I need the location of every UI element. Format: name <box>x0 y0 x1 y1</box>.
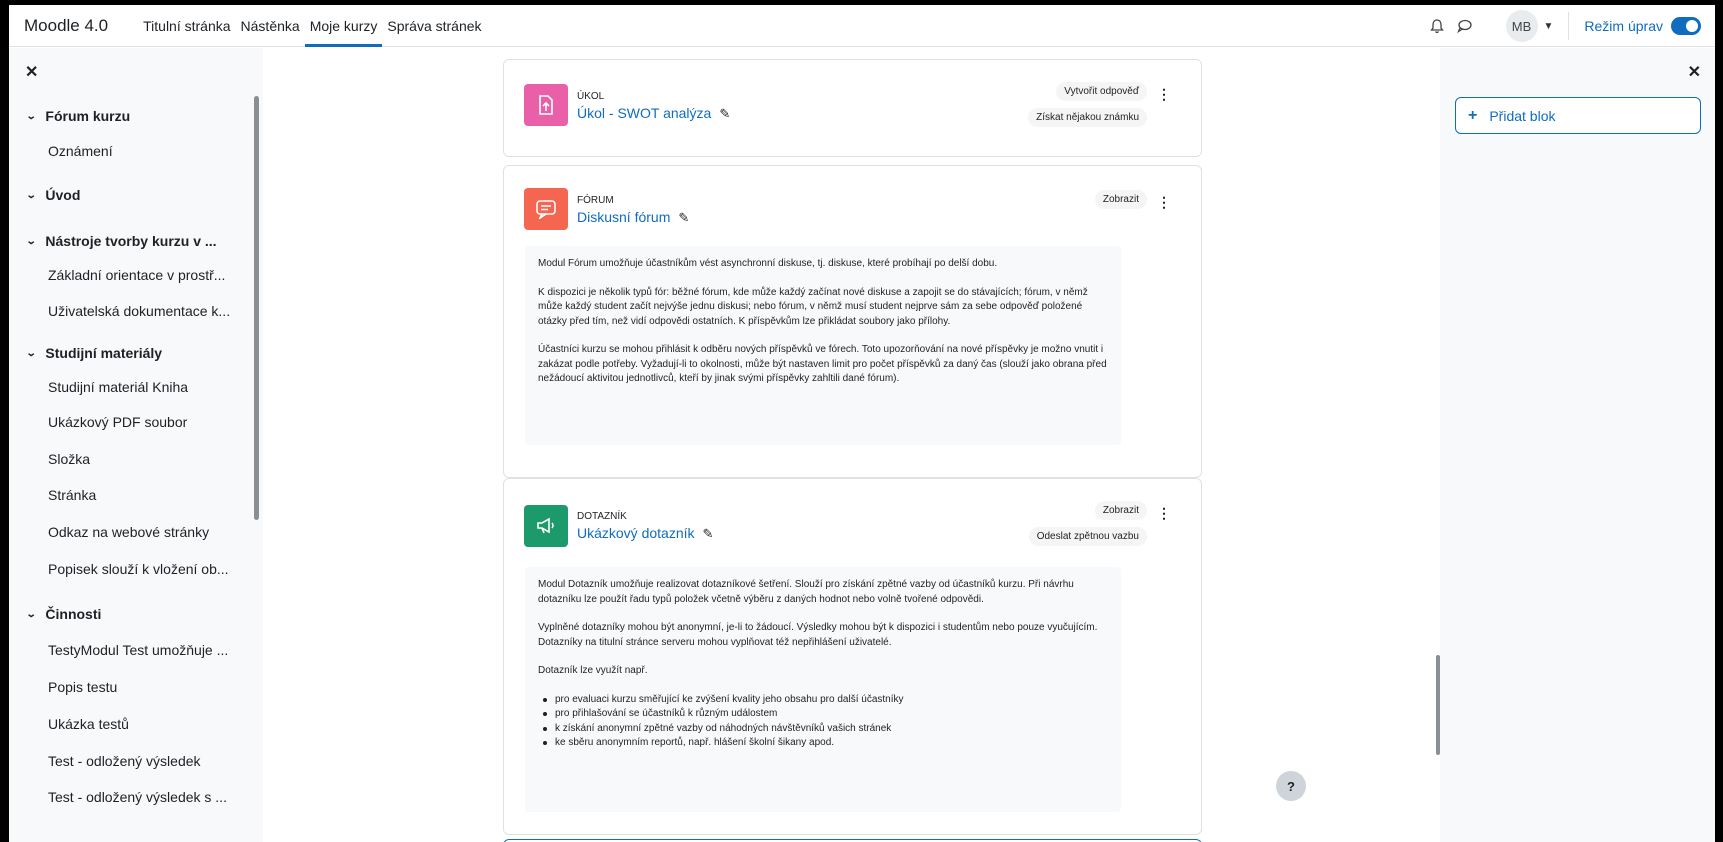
navbar-divider <box>1568 12 1570 40</box>
course-content: ÚKOL Úkol - SWOT analýza ✎ Vytvořit odpov… <box>263 48 1440 842</box>
course-item[interactable]: Popis testu <box>48 679 117 695</box>
chevron-down-icon[interactable]: ▼ <box>1544 21 1554 32</box>
section-cinnosti[interactable]: ⌄ Činnosti <box>26 606 102 622</box>
close-icon[interactable]: ✕ <box>25 62 38 82</box>
chat-icon[interactable] <box>1454 15 1476 37</box>
course-item[interactable]: Ukázka testů <box>48 716 129 732</box>
section-label: Nástroje tvorby kurzu v ... <box>45 233 217 249</box>
chevron-down-icon[interactable]: ⌄ <box>26 609 37 620</box>
course-item[interactable]: Základní orientace v prostř... <box>48 267 225 283</box>
section-studijni-materialy[interactable]: ⌄ Studijní materiály <box>26 345 163 361</box>
section-label: Činnosti <box>45 606 102 622</box>
chevron-down-icon[interactable]: ⌄ <box>26 190 37 201</box>
activity-title-link[interactable]: Ukázkový dotazník ✎ <box>577 525 713 542</box>
description-paragraph: K dispozici je několik typů fór: běžné f… <box>538 286 1088 327</box>
scrollbar[interactable] <box>254 96 259 520</box>
course-index-drawer: ✕ ⌄ Fórum kurzu Oznámení ⌄ Úvod ⌄ Nástroje … <box>9 48 263 842</box>
course-item[interactable]: Studijní materiál Kniha <box>48 379 188 395</box>
section-forum-kurzu[interactable]: ⌄ Fórum kurzu <box>26 108 131 124</box>
course-item[interactable]: Test - odložený výsledek <box>48 753 201 769</box>
course-item[interactable]: Odkaz na webové stránky <box>48 524 209 540</box>
course-item[interactable]: Ukázkový PDF soubor <box>48 414 187 430</box>
description-paragraph: Dotazník lze využít např. <box>538 665 648 676</box>
section-nastroje[interactable]: ⌄ Nástroje tvorby kurzu v ... <box>26 233 217 249</box>
activity-title[interactable]: Diskusní fórum <box>577 209 670 225</box>
edit-mode-label: Režim úprav <box>1584 18 1663 34</box>
list-item: ke sběru anonymním reportů, např. hlášen… <box>538 736 1108 751</box>
close-icon[interactable]: ✕ <box>1688 62 1701 82</box>
activity-type: FÓRUM <box>577 195 614 206</box>
nav-titulni-stranka[interactable]: Titulní stránka <box>138 5 235 47</box>
activity-title[interactable]: Ukázkový dotazník <box>577 525 695 541</box>
activity-title-link[interactable]: Úkol - SWOT analýza ✎ <box>577 105 730 122</box>
pencil-icon[interactable]: ✎ <box>703 526 714 542</box>
section-label: Fórum kurzu <box>45 108 131 124</box>
kebab-menu-icon[interactable]: ⋮ <box>1157 505 1171 522</box>
nav-nastenka[interactable]: Nástěnka <box>236 5 305 47</box>
activity-title[interactable]: Úkol - SWOT analýza <box>577 105 711 121</box>
section-label: Úvod <box>45 187 81 203</box>
pencil-icon[interactable]: ✎ <box>719 106 730 122</box>
bell-icon[interactable] <box>1426 15 1448 37</box>
nav-moje-kurzy[interactable]: Moje kurzy <box>304 5 383 47</box>
activity-title-link[interactable]: Diskusní fórum ✎ <box>577 209 689 226</box>
activity-description: Modul Fórum umožňuje účastníkům vést asy… <box>525 246 1121 445</box>
megaphone-icon <box>524 505 568 547</box>
add-block-label: Přidat blok <box>1489 107 1556 124</box>
view-badge: Zobrazit <box>1094 501 1147 520</box>
kebab-menu-icon[interactable]: ⋮ <box>1157 194 1171 211</box>
course-item[interactable]: Test - odložený výsledek s ... <box>48 789 227 805</box>
site-brand[interactable]: Moodle 4.0 <box>24 16 108 36</box>
description-paragraph: Modul Dotazník umožňuje realizovat dotaz… <box>538 579 1074 605</box>
activity-type: DOTAZNÍK <box>577 511 627 522</box>
view-badge: Zobrazit <box>1094 190 1147 209</box>
add-block-button[interactable]: + Přidat blok <box>1455 97 1701 134</box>
completion-badge: Získat nějakou známku <box>1028 108 1147 127</box>
top-navbar: Moodle 4.0 Titulní stránka Nástěnka Moje… <box>9 5 1715 47</box>
list-item: k získání anonymní zpětné vazby od náhod… <box>538 722 1108 737</box>
course-item[interactable]: Stránka <box>48 487 96 503</box>
help-button[interactable]: ? <box>1276 771 1306 801</box>
course-item[interactable]: TestyModul Test umožňuje ... <box>48 642 228 658</box>
chevron-down-icon[interactable]: ⌄ <box>26 111 37 122</box>
chevron-down-icon[interactable]: ⌄ <box>26 236 37 247</box>
description-paragraph: Vyplněné dotazníky mohou být anonymní, j… <box>538 622 1098 648</box>
activity-description: Modul Dotazník umožňuje realizovat dotaz… <box>525 567 1121 812</box>
block-drawer: ✕ + Přidat blok <box>1440 48 1715 842</box>
avatar[interactable]: MB <box>1505 10 1538 42</box>
list-item: pro přihlašování se účastníků k různým u… <box>538 707 1108 722</box>
section-uvod[interactable]: ⌄ Úvod <box>26 187 81 203</box>
completion-badge: Vytvořit odpověď <box>1056 82 1147 101</box>
course-item[interactable]: Uživatelská dokumentace k... <box>48 303 230 319</box>
pencil-icon[interactable]: ✎ <box>678 210 689 226</box>
plus-icon: + <box>1468 106 1478 124</box>
course-item[interactable]: Složka <box>48 451 90 467</box>
description-list: pro evaluaci kurzu směřující ke zvýšení … <box>538 693 1108 751</box>
navbar-right: MB ▼ Režim úprav <box>1426 5 1716 47</box>
activity-card-dotaznik: DOTAZNÍK Ukázkový dotazník ✎ Zobrazit Ode… <box>503 478 1202 835</box>
forum-icon <box>524 188 568 230</box>
course-item[interactable]: Popisek slouží k vložení ob... <box>48 561 229 577</box>
description-paragraph: Modul Fórum umožňuje účastníkům vést asy… <box>538 258 998 269</box>
course-item[interactable]: Oznámení <box>48 143 113 159</box>
chevron-down-icon[interactable]: ⌄ <box>26 348 37 359</box>
activity-card-forum: FÓRUM Diskusní fórum ✎ Zobrazit ⋮ Modul F… <box>503 165 1202 478</box>
activity-card-ukol: ÚKOL Úkol - SWOT analýza ✎ Vytvořit odpov… <box>503 59 1202 157</box>
activity-type: ÚKOL <box>577 91 605 102</box>
browser-frame: Moodle 4.0 Titulní stránka Nástěnka Moje… <box>9 5 1715 842</box>
description-paragraph: Účastníci kurzu se mohou přihlásit k odb… <box>538 344 1107 384</box>
list-item: pro evaluaci kurzu směřující ke zvýšení … <box>538 693 1108 708</box>
upload-icon <box>524 84 568 126</box>
kebab-menu-icon[interactable]: ⋮ <box>1157 86 1171 103</box>
section-label: Studijní materiály <box>45 345 163 361</box>
nav-sprava-stranek[interactable]: Správa stránek <box>382 5 486 47</box>
edit-mode-toggle[interactable] <box>1671 17 1701 35</box>
completion-badge: Odeslat zpětnou vazbu <box>1028 527 1147 546</box>
